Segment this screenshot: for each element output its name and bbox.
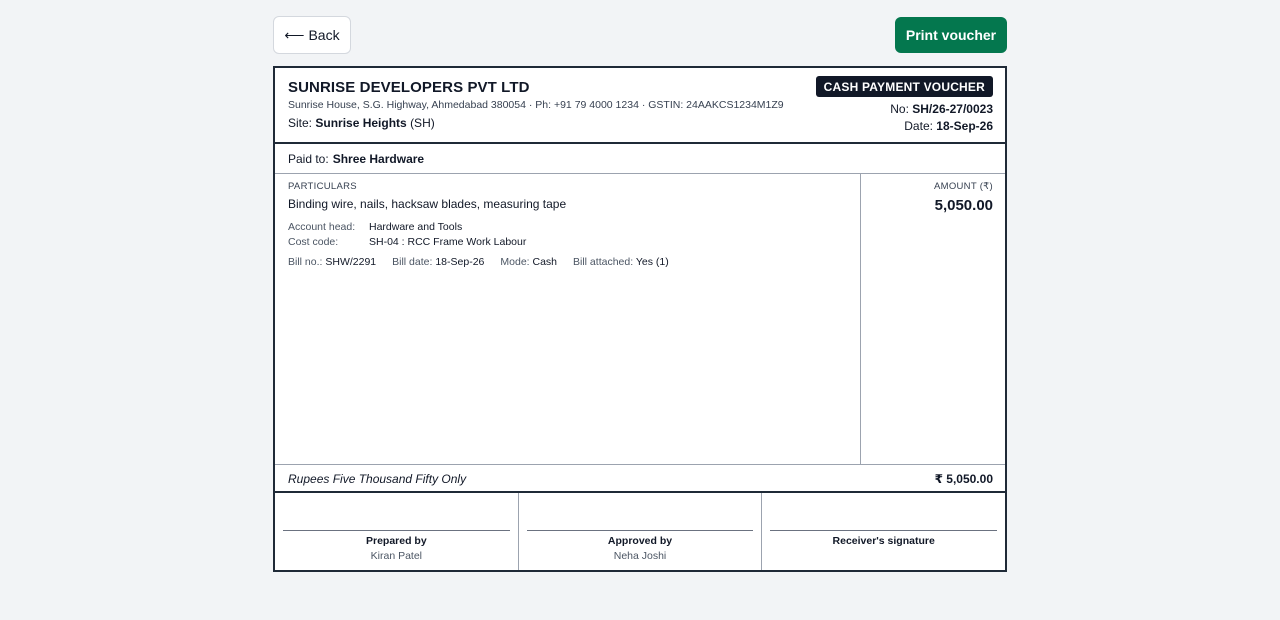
signature-line: [526, 530, 754, 531]
voucher-number-value: SH/26-27/0023: [912, 102, 993, 116]
payment-mode: Mode: Cash: [500, 256, 557, 268]
signature-line: [770, 530, 998, 531]
payment-mode-label: Mode:: [500, 256, 530, 268]
voucher-number: No: SH/26-27/0023: [890, 102, 993, 116]
bill-number-value: SHW/2291: [325, 256, 377, 268]
amount-header: AMOUNT (₹): [933, 181, 993, 192]
amount-in-words: Rupees Five Thousand Fifty Only: [288, 472, 467, 486]
signature-prepared: Prepared by Kiran Patel: [275, 493, 519, 570]
amount-column: AMOUNT (₹) 5,050.00: [861, 174, 1005, 464]
receiver-signature-label: Receiver's signature: [832, 535, 935, 547]
bill-attached: Bill attached: Yes (1): [573, 256, 669, 268]
account-head-value: Hardware and Tools: [369, 221, 463, 233]
signature-receiver: Receiver's signature: [762, 493, 1005, 570]
voucher-date: Date: 18-Sep-26: [904, 119, 993, 133]
bill-meta: Bill no.: SHW/2291 Bill date: 18-Sep-26 …: [288, 256, 669, 268]
account-head-label: Account head:: [288, 221, 356, 233]
total-amount: ₹ 5,050.00: [934, 472, 993, 486]
voucher-body: PARTICULARS Binding wire, nails, hacksaw…: [275, 174, 1005, 465]
print-voucher-button[interactable]: Print voucher: [895, 17, 1007, 53]
paid-to-label: Paid to:: [288, 151, 329, 166]
approved-by-label: Approved by: [607, 535, 673, 547]
site-name: Sunrise Heights: [315, 116, 407, 130]
company-address: Sunrise House, S.G. Highway, Ahmedabad 3…: [288, 99, 784, 111]
bill-date: Bill date: 18-Sep-26: [392, 256, 484, 268]
particulars-description: Binding wire, nails, hacksaw blades, mea…: [288, 197, 567, 211]
approved-by-name: Neha Joshi: [613, 550, 667, 562]
prepared-by-name: Kiran Patel: [370, 550, 423, 562]
particulars-header: PARTICULARS: [288, 181, 357, 192]
site-info: Site: Sunrise Heights (SH): [288, 116, 435, 130]
signature-approved: Approved by Neha Joshi: [519, 493, 763, 570]
signature-line: [283, 530, 510, 531]
signature-row: Prepared by Kiran Patel Approved by Neha…: [275, 493, 1005, 570]
back-button[interactable]: ⟵ Back: [273, 16, 351, 54]
particulars-column: PARTICULARS Binding wire, nails, hacksaw…: [275, 174, 861, 464]
voucher-date-value: 18-Sep-26: [936, 119, 993, 133]
cost-code-label: Cost code:: [288, 236, 339, 248]
account-head: Account head: Hardware and Tools: [288, 221, 462, 233]
toolbar: ⟵ Back Print voucher: [273, 16, 1007, 54]
cost-code: Cost code: SH-04 : RCC Frame Work Labour: [288, 236, 526, 248]
prepared-by-label: Prepared by: [365, 535, 427, 547]
back-arrow-icon: ⟵: [284, 26, 305, 43]
paid-to-row: Paid to: Shree Hardware: [275, 144, 1005, 174]
voucher-type-badge: CASH PAYMENT VOUCHER: [815, 76, 993, 97]
bill-number-label: Bill no.:: [288, 256, 323, 268]
site-code: (SH): [410, 116, 435, 130]
voucher-date-label: Date:: [904, 119, 933, 133]
voucher-header: SUNRISE DEVELOPERS PVT LTD Sunrise House…: [275, 68, 1005, 144]
bill-attached-value: Yes (1): [635, 256, 669, 268]
bill-attached-label: Bill attached:: [573, 256, 634, 268]
voucher-number-label: No:: [890, 102, 909, 116]
voucher-document: SUNRISE DEVELOPERS PVT LTD Sunrise House…: [273, 66, 1007, 572]
cost-code-value: SH-04 : RCC Frame Work Labour: [369, 236, 527, 248]
site-label: Site:: [288, 116, 313, 130]
amount-in-words-row: Rupees Five Thousand Fifty Only ₹ 5,050.…: [275, 465, 1005, 493]
bill-date-label: Bill date:: [392, 256, 433, 268]
paid-to-value: Shree Hardware: [332, 151, 425, 166]
amount-value: 5,050.00: [934, 197, 993, 214]
payment-mode-value: Cash: [532, 256, 558, 268]
back-button-label: Back: [308, 27, 340, 43]
bill-date-value: 18-Sep-26: [435, 256, 485, 268]
company-name: SUNRISE DEVELOPERS PVT LTD: [288, 79, 530, 96]
bill-number: Bill no.: SHW/2291: [288, 256, 376, 268]
